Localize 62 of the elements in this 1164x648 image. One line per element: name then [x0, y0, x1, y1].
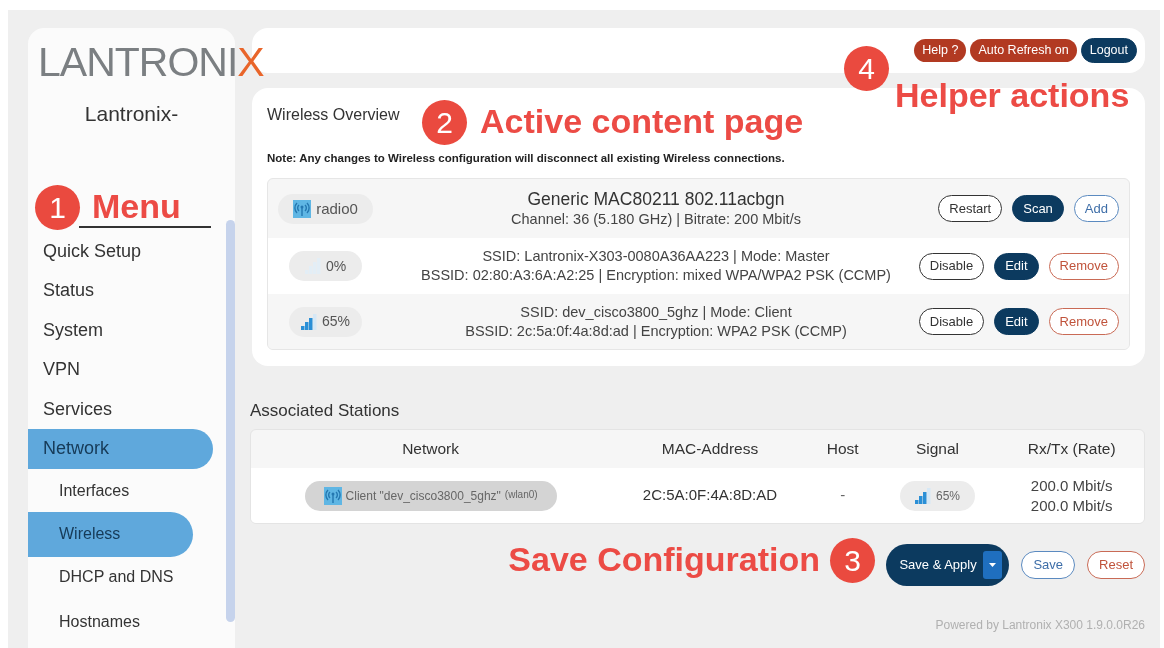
button[interactable]: Help ? — [914, 39, 967, 62]
interface-name: (wlan0) — [504, 487, 538, 502]
button[interactable]: Edit — [994, 308, 1039, 335]
button[interactable]: Restart — [938, 195, 1003, 223]
signal-icon — [914, 487, 931, 504]
menu-item[interactable]: Services — [28, 389, 218, 429]
button[interactable]: Scan — [1012, 195, 1064, 223]
caret-icon — [982, 551, 1002, 579]
button[interactable]: Remove — [1048, 308, 1119, 335]
callout-label: Save Configuration — [508, 540, 820, 578]
rate-value: 200.0 Mbit/s — [1030, 495, 1113, 516]
signal-percent: 0% — [325, 256, 347, 276]
network-info: BSSID: 2c:5a:0f:4a:8d:ad | Encryption: WPA2 PSK (CCMP) — [465, 321, 847, 341]
radio-name: radio0 — [316, 198, 358, 219]
button[interactable]: Reset — [1087, 551, 1145, 579]
submenu-item[interactable]: Interfaces — [28, 468, 218, 514]
button[interactable]: Add — [1073, 195, 1119, 223]
submenu-item[interactable]: Wireless — [28, 511, 193, 557]
network-info: SSID: Lantronix-X303-0080A36AA223 | Mode: Master — [482, 247, 830, 266]
footer-text: Powered by Lantronix X300 1.9.0.0R26 — [935, 617, 1145, 634]
signal-icon — [301, 313, 317, 330]
button[interactable]: Disable — [918, 308, 985, 335]
network-info: BSSID: 02:80:A3:6A:A2:25 | Encryption: mixed WPA/WPA2 PSK (CCMP) — [421, 266, 891, 285]
button[interactable]: Edit — [994, 252, 1039, 280]
column-header: Rx/Tx (Rate) — [1027, 439, 1116, 460]
network-info: SSID: dev_cisco3800_5ghz | Mode: Client — [520, 302, 792, 322]
note-text: Note: Any changes to Wireless configuration will disconnect all existing Wireless connections. — [267, 151, 786, 166]
scrollbar[interactable] — [226, 220, 235, 622]
callout-label: Helper actions — [895, 76, 1130, 114]
signal-percent: 65% — [935, 487, 960, 505]
section-title: Associated Stations — [250, 400, 401, 420]
signal-percent: 65% — [322, 312, 350, 331]
network-name: Client "dev_cisco3800_5ghz" — [345, 487, 501, 505]
submenu-item[interactable]: DHCP and DNS — [28, 554, 218, 600]
menu-item[interactable]: Quick Setup — [28, 231, 218, 271]
radio-title: Generic MAC80211 802.11acbgn — [527, 188, 785, 211]
menu-item[interactable]: Network — [28, 429, 213, 469]
menu-item[interactable]: System — [28, 310, 218, 350]
menu-item[interactable]: Status — [28, 271, 218, 311]
section-title: Wireless Overview — [267, 105, 400, 125]
button[interactable]: Save — [1021, 551, 1076, 579]
save-apply-button[interactable]: Save & Apply — [886, 544, 1010, 586]
column-header: Network — [402, 439, 460, 460]
host-value: - — [840, 485, 846, 506]
button[interactable]: Logout — [1080, 38, 1137, 63]
button[interactable]: Disable — [918, 252, 985, 280]
mac-address: 2C:5A:0F:4A:8D:AD — [642, 485, 778, 506]
antenna-icon — [293, 199, 312, 218]
button[interactable]: Auto Refresh on — [970, 39, 1077, 62]
column-header: Signal — [915, 439, 959, 460]
hostname: Lantronix- — [83, 101, 180, 127]
column-header: MAC-Address — [661, 439, 759, 460]
antenna-icon — [323, 486, 342, 505]
column-header: Host — [826, 439, 859, 460]
submenu-item[interactable]: Hostnames — [28, 599, 218, 645]
logo: LANTRONIX — [38, 38, 264, 86]
menu-item[interactable]: VPN — [28, 350, 218, 390]
radio-details: Channel: 36 (5.180 GHz) | Bitrate: 200 Mbit/s — [511, 210, 801, 230]
button[interactable]: Remove — [1048, 252, 1119, 280]
callout-label: Menu — [92, 187, 181, 225]
rate-value: 200.0 Mbit/s — [1030, 475, 1113, 496]
callout-label: Active content page — [480, 102, 804, 140]
